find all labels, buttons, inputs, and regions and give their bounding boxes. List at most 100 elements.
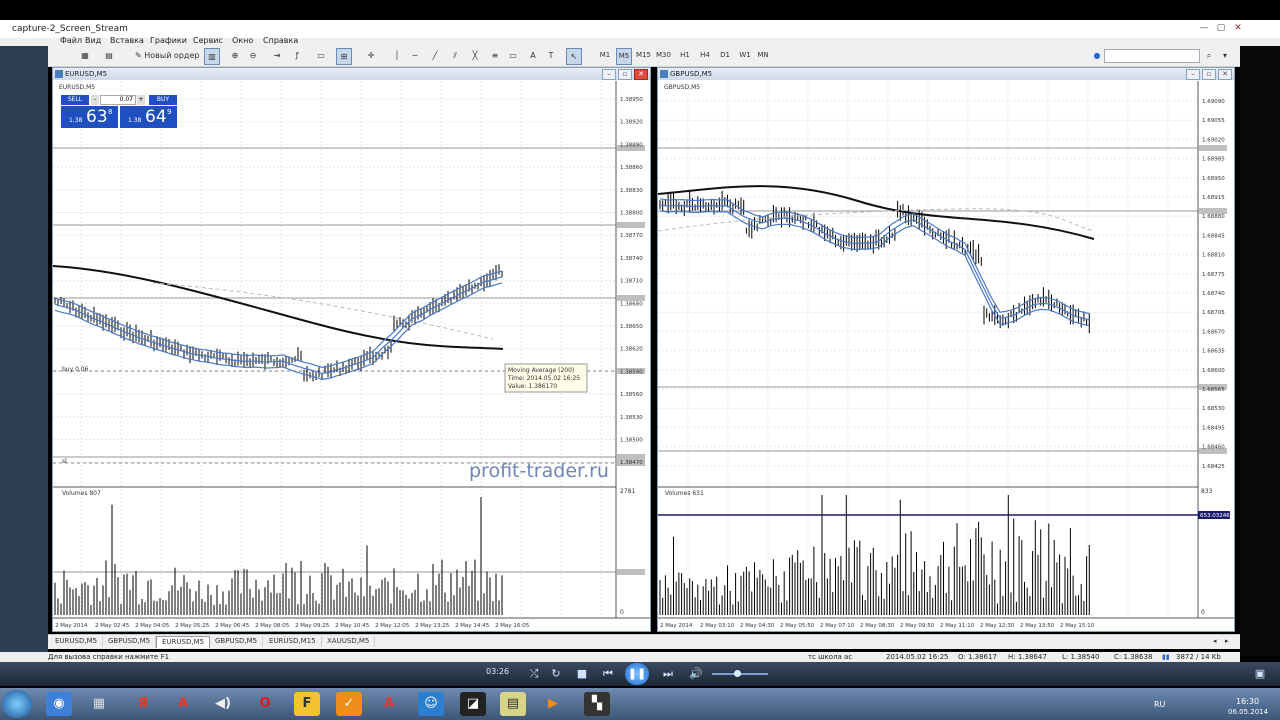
next-icon[interactable]: ⏭ — [658, 666, 678, 682]
menu-charts[interactable]: Графики — [150, 36, 187, 45]
menu-insert[interactable]: Вставка — [110, 36, 144, 45]
notes-icon[interactable]: ▤ — [500, 692, 526, 716]
search-input[interactable] — [1104, 49, 1200, 63]
chart-shift-icon[interactable]: ⇥ — [270, 48, 284, 63]
price-tick-label: 1.68740 — [1202, 291, 1225, 297]
timeframe-m5[interactable]: M5 — [616, 48, 632, 65]
buy-price-button[interactable]: 1.38 64 9 — [120, 106, 177, 128]
minimize-button[interactable]: — — [1198, 23, 1210, 34]
timeframe-h4[interactable]: H4 — [698, 48, 712, 63]
fibo-icon[interactable]: ≡ — [488, 48, 502, 63]
community-icon[interactable]: ● — [1090, 48, 1104, 63]
timeframe-d1[interactable]: D1 — [718, 48, 732, 63]
horizontal-line-icon[interactable]: ─ — [408, 48, 422, 63]
zoom-out-icon[interactable]: ⊖ — [246, 48, 260, 63]
volume-slider-thumb[interactable] — [734, 670, 741, 677]
calculator-icon[interactable]: ▦ — [86, 692, 112, 716]
clock-time[interactable]: 16:30 — [1236, 697, 1259, 706]
repeat-icon[interactable]: ↻ — [546, 666, 566, 682]
chart-tab[interactable]: GBPUSD,M5 — [210, 636, 264, 647]
chart-tab[interactable]: GBPUSD,M5 — [103, 636, 157, 647]
volume-icon[interactable]: 🔊 — [686, 666, 706, 682]
autoscroll-icon[interactable]: ⊞ — [336, 48, 352, 65]
new-order-button[interactable]: ✎ Новый ордер — [132, 48, 202, 63]
crosshair-icon[interactable]: ✛ — [364, 48, 378, 63]
status-close: C: 1.38638 — [1114, 653, 1153, 661]
profiles-icon[interactable]: ▤ — [102, 48, 116, 63]
indicators-icon[interactable]: ƒ — [290, 48, 304, 63]
timeframe-mn[interactable]: MN — [756, 48, 770, 63]
chart-close-button[interactable]: ✕ — [1218, 69, 1232, 80]
chart-tab[interactable]: XAUUSD,M5 — [322, 636, 376, 647]
chart-tab[interactable]: EURUSD,M5 — [50, 636, 104, 647]
gann-icon[interactable]: ╳ — [468, 48, 482, 63]
sell-price-button[interactable]: 1.38 63 8 — [61, 106, 118, 128]
gbpusd-chart-canvas[interactable]: 1.69090 1.69055 1.69020 1.68985 1.68950 1.689… — [658, 81, 1234, 630]
label-icon[interactable]: T — [544, 48, 558, 63]
zoom-in-icon[interactable]: ⊕ — [228, 48, 242, 63]
speaker-icon[interactable]: ◀) — [210, 692, 236, 716]
chart-maximize-button[interactable]: ▫ — [618, 69, 632, 80]
text-icon[interactable]: A — [526, 48, 540, 63]
chart-window-eurusd[interactable]: EURUSD,M5 – ▫ ✕ 1.38950 1.38920 1.38890 1.3… — [52, 67, 651, 632]
channel-icon[interactable]: ⫽ — [448, 48, 462, 63]
new-chart-icon[interactable]: ▦ — [78, 48, 92, 63]
menu-tools[interactable]: Сервис — [193, 36, 223, 45]
skype-icon[interactable]: ☺ — [418, 692, 444, 716]
timeframe-m30[interactable]: M30 — [656, 48, 671, 63]
lot-increase-button[interactable]: + — [137, 95, 145, 105]
timeframe-m15[interactable]: M15 — [636, 48, 651, 63]
buy-button[interactable]: BUY — [149, 95, 177, 105]
metatrader-icon[interactable]: ▚ — [584, 692, 610, 716]
chart-minimize-button[interactable]: – — [1186, 69, 1200, 80]
eurusd-chart-canvas[interactable]: 1.389501.389201.388901.388601.388301.388… — [53, 81, 650, 630]
vertical-line-icon[interactable]: │ — [390, 48, 404, 63]
chart-minimize-button[interactable]: – — [602, 69, 616, 80]
lot-decrease-button[interactable]: - — [91, 95, 99, 105]
volume-scale-bottom: 0 — [1201, 609, 1205, 616]
lot-input[interactable]: 0.07 — [100, 95, 136, 105]
previous-icon[interactable]: ⏮ — [598, 666, 618, 682]
explorer-icon[interactable]: ◉ — [46, 692, 72, 716]
shapes-icon[interactable]: ▭ — [506, 48, 520, 63]
chart-window-gbpusd[interactable]: GBPUSD,M5 – ▫ ✕ 1.69090 1.69055 1.69020 1.6… — [657, 67, 1235, 632]
yandex-icon[interactable]: Я — [130, 692, 156, 716]
sell-button[interactable]: SELL — [61, 95, 89, 105]
close-button[interactable]: ✕ — [1232, 23, 1244, 34]
menu-view[interactable]: Вид — [85, 36, 101, 45]
language-indicator[interactable]: RU — [1154, 700, 1165, 709]
chart-tab-active[interactable]: EURUSD,M5 — [156, 636, 211, 648]
tabs-scroll-right-icon[interactable]: ▸ — [1220, 636, 1234, 647]
chart-tab[interactable]: EURUSD,M15 — [264, 636, 322, 647]
price-tick-label: 1.68600 — [1202, 368, 1225, 374]
opera-icon[interactable]: O — [252, 692, 278, 716]
stop-icon[interactable]: ■ — [572, 666, 592, 682]
timeframe-m1[interactable]: M1 — [598, 48, 612, 63]
media-player-icon[interactable]: ▶ — [540, 692, 566, 716]
search-icon[interactable]: ⌕ — [1202, 48, 1216, 63]
chart-maximize-button[interactable]: ▫ — [1202, 69, 1216, 80]
filezilla-icon[interactable]: F — [294, 692, 320, 716]
menu-help[interactable]: Справка — [263, 36, 298, 45]
clock-date[interactable]: 06.05.2014 — [1228, 708, 1268, 716]
time-tick-label: 2 May 04:30 — [740, 623, 775, 629]
pdf-reader-icon[interactable]: A — [376, 692, 402, 716]
menu-file[interactable]: Файл — [60, 36, 82, 45]
shuffle-icon[interactable]: ⤮ — [524, 666, 544, 682]
start-button[interactable] — [2, 690, 32, 718]
templates-icon[interactable]: ▭ — [314, 48, 328, 63]
timeframe-h1[interactable]: H1 — [678, 48, 692, 63]
cursor-icon[interactable]: ↖ — [566, 48, 582, 65]
pause-icon[interactable]: ❚❚ — [625, 663, 649, 685]
acrobat-icon[interactable]: A — [170, 692, 196, 716]
terminal-icon[interactable]: ◪ — [460, 692, 486, 716]
avast-icon[interactable]: ✓ — [336, 692, 362, 716]
switch-view-icon[interactable]: ▣ — [1250, 666, 1270, 682]
trendline-icon[interactable]: ╱ — [428, 48, 442, 63]
search-dropdown-icon[interactable]: ▾ — [1218, 48, 1232, 63]
chart-close-button[interactable]: ✕ — [634, 69, 648, 80]
menu-window[interactable]: Окно — [232, 36, 253, 45]
maximize-button[interactable]: ▢ — [1215, 23, 1227, 34]
timeframe-w1[interactable]: W1 — [738, 48, 752, 63]
market-watch-icon[interactable]: ▥ — [204, 48, 220, 65]
